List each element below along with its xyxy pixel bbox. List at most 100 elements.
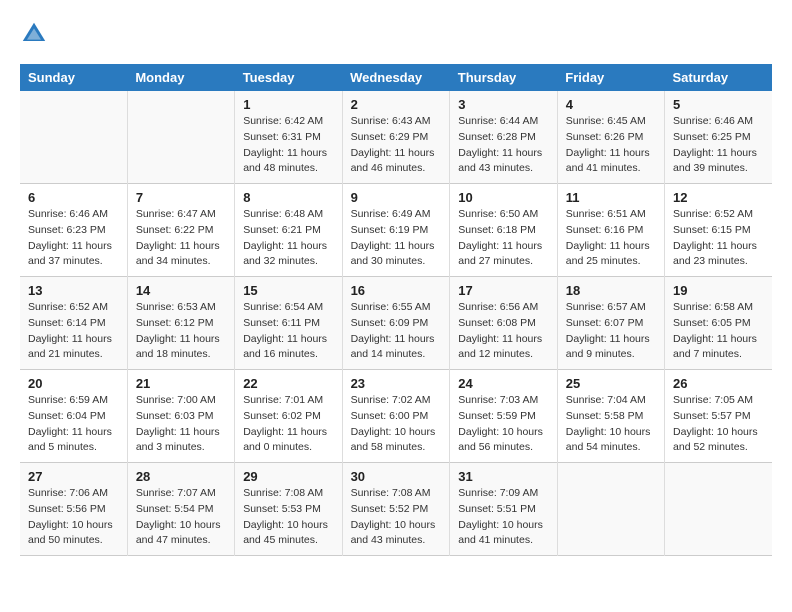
day-info: Sunrise: 6:42 AM Sunset: 6:31 PM Dayligh… [243, 114, 333, 177]
day-number: 11 [566, 190, 656, 205]
calendar-cell: 26 Sunrise: 7:05 AM Sunset: 5:57 PM Dayli… [665, 370, 772, 463]
day-number: 8 [243, 190, 333, 205]
day-number: 16 [351, 283, 442, 298]
day-info: Sunrise: 6:44 AM Sunset: 6:28 PM Dayligh… [458, 114, 549, 177]
day-info: Sunrise: 6:52 AM Sunset: 6:15 PM Dayligh… [673, 207, 764, 270]
day-info: Sunrise: 6:53 AM Sunset: 6:12 PM Dayligh… [136, 300, 226, 363]
column-header-wednesday: Wednesday [342, 64, 450, 91]
calendar-cell: 10Sunrise: 6:50 AM Sunset: 6:18 PM Dayli… [450, 184, 558, 277]
column-header-saturday: Saturday [665, 64, 772, 91]
day-info: Sunrise: 6:52 AM Sunset: 6:14 PM Dayligh… [28, 300, 119, 363]
day-number: 4 [566, 97, 656, 112]
day-info: Sunrise: 6:46 AM Sunset: 6:23 PM Dayligh… [28, 207, 119, 270]
day-info: Sunrise: 7:06 AM Sunset: 5:56 PM Dayligh… [28, 486, 119, 549]
day-number: 25 [566, 376, 656, 391]
calendar-cell: 28 Sunrise: 7:07 AM Sunset: 5:54 PM Dayli… [127, 463, 234, 556]
calendar-table: SundayMondayTuesdayWednesdayThursdayFrid… [20, 64, 772, 556]
calendar-cell: 6Sunrise: 6:46 AM Sunset: 6:23 PM Daylig… [20, 184, 127, 277]
calendar-cell: 27Sunrise: 7:06 AM Sunset: 5:56 PM Dayli… [20, 463, 127, 556]
calendar-cell: 16 Sunrise: 6:55 AM Sunset: 6:09 PM Dayli… [342, 277, 450, 370]
calendar-cell: 5 Sunrise: 6:46 AM Sunset: 6:25 PM Daylig… [665, 91, 772, 184]
column-header-tuesday: Tuesday [235, 64, 342, 91]
calendar-cell: 13 Sunrise: 6:52 AM Sunset: 6:14 PM Dayli… [20, 277, 127, 370]
calendar-cell: 14 Sunrise: 6:53 AM Sunset: 6:12 PM Dayli… [127, 277, 234, 370]
day-number: 1 [243, 97, 333, 112]
calendar-week-row: 27Sunrise: 7:06 AM Sunset: 5:56 PM Dayli… [20, 463, 772, 556]
day-info: Sunrise: 7:08 AM Sunset: 5:52 PM Dayligh… [351, 486, 442, 549]
day-number: 13 [28, 283, 119, 298]
day-info: Sunrise: 7:03 AM Sunset: 5:59 PM Dayligh… [458, 393, 549, 456]
day-number: 29 [243, 469, 333, 484]
day-number: 24 [458, 376, 549, 391]
calendar-week-row: 6Sunrise: 6:46 AM Sunset: 6:23 PM Daylig… [20, 184, 772, 277]
day-number: 10 [458, 190, 549, 205]
calendar-cell [665, 463, 772, 556]
day-number: 7 [136, 190, 226, 205]
calendar-header-row: SundayMondayTuesdayWednesdayThursdayFrid… [20, 64, 772, 91]
column-header-thursday: Thursday [450, 64, 558, 91]
day-info: Sunrise: 6:47 AM Sunset: 6:22 PM Dayligh… [136, 207, 226, 270]
calendar-cell: 25 Sunrise: 7:04 AM Sunset: 5:58 PM Dayli… [557, 370, 664, 463]
column-header-monday: Monday [127, 64, 234, 91]
day-number: 26 [673, 376, 764, 391]
day-number: 22 [243, 376, 333, 391]
day-number: 14 [136, 283, 226, 298]
day-info: Sunrise: 7:04 AM Sunset: 5:58 PM Dayligh… [566, 393, 656, 456]
column-header-friday: Friday [557, 64, 664, 91]
day-info: Sunrise: 7:09 AM Sunset: 5:51 PM Dayligh… [458, 486, 549, 549]
calendar-cell: 23 Sunrise: 7:02 AM Sunset: 6:00 PM Dayli… [342, 370, 450, 463]
calendar-cell: 24 Sunrise: 7:03 AM Sunset: 5:59 PM Dayli… [450, 370, 558, 463]
day-number: 23 [351, 376, 442, 391]
calendar-cell: 7 Sunrise: 6:47 AM Sunset: 6:22 PM Daylig… [127, 184, 234, 277]
logo [20, 20, 52, 48]
day-info: Sunrise: 6:49 AM Sunset: 6:19 PM Dayligh… [351, 207, 442, 270]
day-number: 20 [28, 376, 119, 391]
day-info: Sunrise: 6:56 AM Sunset: 6:08 PM Dayligh… [458, 300, 549, 363]
calendar-cell: 18Sunrise: 6:57 AM Sunset: 6:07 PM Dayli… [557, 277, 664, 370]
day-number: 9 [351, 190, 442, 205]
day-number: 17 [458, 283, 549, 298]
day-info: Sunrise: 7:02 AM Sunset: 6:00 PM Dayligh… [351, 393, 442, 456]
day-info: Sunrise: 6:46 AM Sunset: 6:25 PM Dayligh… [673, 114, 764, 177]
calendar-cell: 9 Sunrise: 6:49 AM Sunset: 6:19 PM Daylig… [342, 184, 450, 277]
calendar-cell: 2Sunrise: 6:43 AM Sunset: 6:29 PM Daylig… [342, 91, 450, 184]
day-number: 18 [566, 283, 656, 298]
calendar-cell: 15 Sunrise: 6:54 AM Sunset: 6:11 PM Dayli… [235, 277, 342, 370]
day-info: Sunrise: 6:58 AM Sunset: 6:05 PM Dayligh… [673, 300, 764, 363]
day-info: Sunrise: 6:45 AM Sunset: 6:26 PM Dayligh… [566, 114, 656, 177]
day-info: Sunrise: 6:48 AM Sunset: 6:21 PM Dayligh… [243, 207, 333, 270]
calendar-cell: 8 Sunrise: 6:48 AM Sunset: 6:21 PM Daylig… [235, 184, 342, 277]
day-info: Sunrise: 6:51 AM Sunset: 6:16 PM Dayligh… [566, 207, 656, 270]
calendar-cell: 20 Sunrise: 6:59 AM Sunset: 6:04 PM Dayli… [20, 370, 127, 463]
day-info: Sunrise: 6:54 AM Sunset: 6:11 PM Dayligh… [243, 300, 333, 363]
calendar-cell: 29 Sunrise: 7:08 AM Sunset: 5:53 PM Dayli… [235, 463, 342, 556]
calendar-cell: 30 Sunrise: 7:08 AM Sunset: 5:52 PM Dayli… [342, 463, 450, 556]
calendar-cell: 21 Sunrise: 7:00 AM Sunset: 6:03 PM Dayli… [127, 370, 234, 463]
calendar-week-row: 13 Sunrise: 6:52 AM Sunset: 6:14 PM Dayli… [20, 277, 772, 370]
column-header-sunday: Sunday [20, 64, 127, 91]
day-info: Sunrise: 7:08 AM Sunset: 5:53 PM Dayligh… [243, 486, 333, 549]
day-info: Sunrise: 6:43 AM Sunset: 6:29 PM Dayligh… [351, 114, 442, 177]
calendar-cell: 31Sunrise: 7:09 AM Sunset: 5:51 PM Dayli… [450, 463, 558, 556]
day-number: 19 [673, 283, 764, 298]
page-header [20, 20, 772, 48]
day-info: Sunrise: 6:55 AM Sunset: 6:09 PM Dayligh… [351, 300, 442, 363]
calendar-week-row: 20 Sunrise: 6:59 AM Sunset: 6:04 PM Dayli… [20, 370, 772, 463]
calendar-cell: 12 Sunrise: 6:52 AM Sunset: 6:15 PM Dayli… [665, 184, 772, 277]
day-info: Sunrise: 7:00 AM Sunset: 6:03 PM Dayligh… [136, 393, 226, 456]
day-number: 30 [351, 469, 442, 484]
calendar-cell: 4 Sunrise: 6:45 AM Sunset: 6:26 PM Daylig… [557, 91, 664, 184]
day-number: 12 [673, 190, 764, 205]
calendar-cell [557, 463, 664, 556]
calendar-cell: 22Sunrise: 7:01 AM Sunset: 6:02 PM Dayli… [235, 370, 342, 463]
day-info: Sunrise: 7:05 AM Sunset: 5:57 PM Dayligh… [673, 393, 764, 456]
calendar-cell: 17 Sunrise: 6:56 AM Sunset: 6:08 PM Dayli… [450, 277, 558, 370]
calendar-cell: 11 Sunrise: 6:51 AM Sunset: 6:16 PM Dayli… [557, 184, 664, 277]
day-number: 15 [243, 283, 333, 298]
day-number: 5 [673, 97, 764, 112]
day-info: Sunrise: 7:07 AM Sunset: 5:54 PM Dayligh… [136, 486, 226, 549]
day-number: 28 [136, 469, 226, 484]
calendar-cell [20, 91, 127, 184]
day-info: Sunrise: 6:59 AM Sunset: 6:04 PM Dayligh… [28, 393, 119, 456]
day-number: 21 [136, 376, 226, 391]
